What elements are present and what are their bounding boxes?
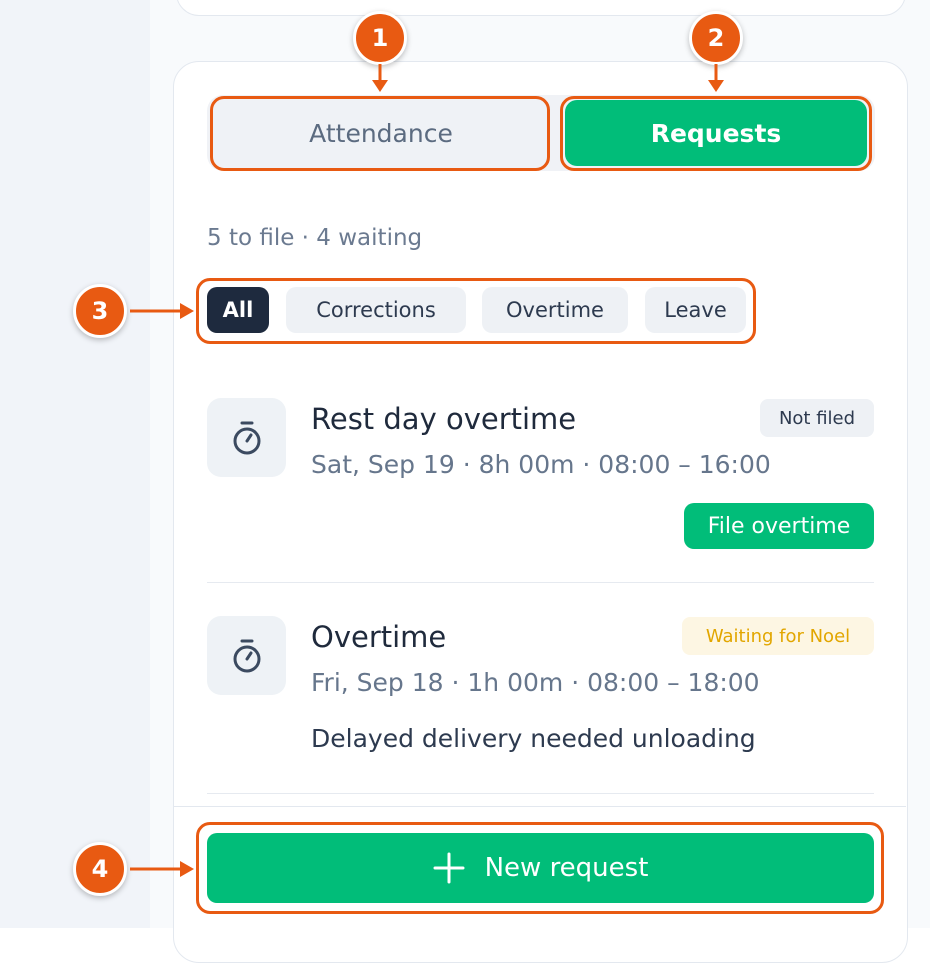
callout-arrows <box>130 64 724 877</box>
callout-arrow-3-head <box>180 303 194 319</box>
callout-arrow-2-head <box>708 80 724 92</box>
callout-arrow-1-head <box>372 80 388 92</box>
callout-arrow-4-head <box>180 861 194 877</box>
